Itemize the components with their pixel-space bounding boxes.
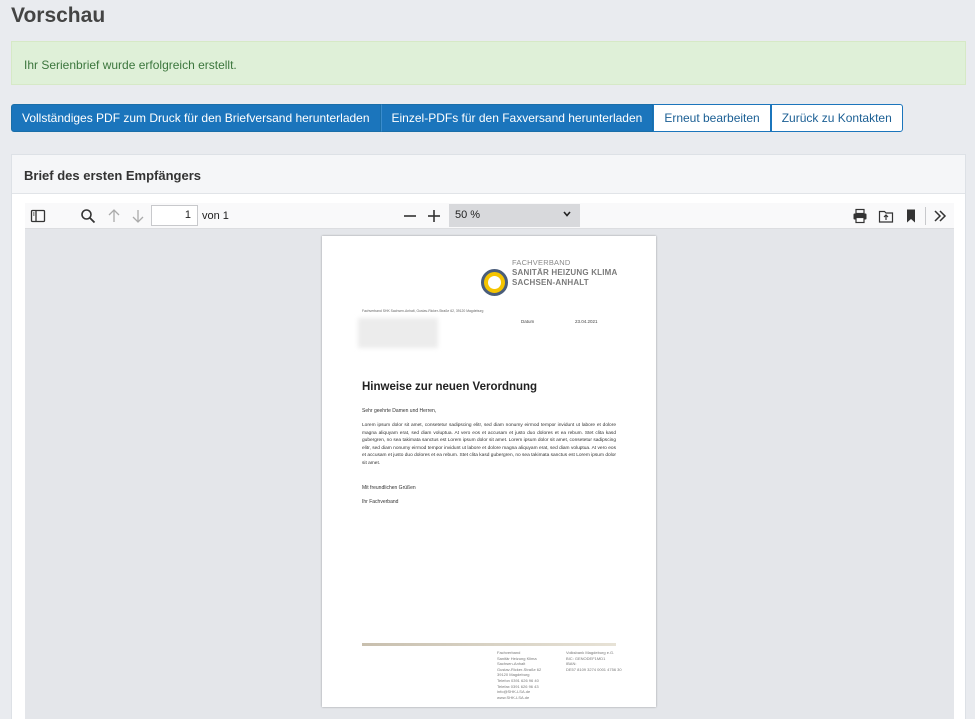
letter-heading: Hinweise zur neuen Verordnung — [362, 381, 538, 393]
page-count-label: von 1 — [202, 210, 229, 222]
minus-icon[interactable] — [402, 208, 418, 224]
download-full-pdf-button[interactable]: Vollständiges PDF zum Druck für den Brie… — [11, 104, 381, 132]
plus-icon[interactable] — [426, 208, 442, 224]
back-to-contacts-button[interactable]: Zurück zu Kontakten — [770, 104, 903, 132]
footer-address: Fachverband Sanitär Heizung Klima Sachse… — [497, 650, 542, 700]
action-button-group: Vollständiges PDF zum Druck für den Brie… — [11, 104, 903, 132]
recipient-address-blurred — [358, 318, 438, 348]
org-name-line3: SACHSEN-ANHALT — [512, 278, 589, 287]
date-value: 23.04.2021 — [575, 319, 598, 324]
pdf-toolbar: 1 von 1 50 % — [25, 203, 954, 229]
pdf-viewer: 1 von 1 50 % FACHVERBAND SANITÄR HEIZUNG… — [25, 203, 954, 719]
double-chevron-right-icon[interactable] — [932, 208, 948, 224]
download-single-pdfs-button[interactable]: Einzel-PDFs für den Faxversand herunterl… — [380, 104, 654, 132]
zoom-select[interactable]: 50 % — [449, 204, 580, 227]
search-icon[interactable] — [80, 208, 96, 224]
letter-preview-panel: Brief des ersten Empfängers 1 von 1 50 %… — [11, 154, 966, 719]
arrow-up-icon[interactable] — [106, 208, 122, 224]
edit-again-button[interactable]: Erneut bearbeiten — [653, 104, 771, 132]
zoom-value: 50 % — [455, 209, 481, 221]
success-alert: Ihr Serienbrief wurde erfolgreich erstel… — [11, 41, 966, 85]
date-label: Datum — [521, 319, 535, 324]
salutation: Sehr geehrte Damen und Herren, — [362, 408, 437, 414]
bookmark-icon[interactable] — [903, 208, 919, 224]
chevron-down-icon — [563, 211, 571, 217]
page-number-input[interactable]: 1 — [151, 205, 198, 226]
page-title: Vorschau — [11, 4, 106, 27]
signature: Ihr Fachverband — [362, 499, 399, 505]
open-file-icon[interactable] — [878, 208, 894, 224]
arrow-down-icon[interactable] — [130, 208, 146, 224]
sidebar-toggle-icon[interactable] — [30, 208, 46, 224]
footer-rule — [362, 643, 616, 646]
sender-line: Fachverband SHK Sachsen-Anhalt, Gustav-R… — [362, 309, 484, 313]
pdf-page: FACHVERBAND SANITÄR HEIZUNG KLIMA SACHSE… — [322, 236, 656, 707]
closing: Mit freundlichen Grüßen — [362, 485, 416, 491]
org-name-line2: SANITÄR HEIZUNG KLIMA — [512, 268, 618, 277]
footer-bank: Volksbank Magdeburg e.G. BIC: GENODEF1MD… — [566, 650, 622, 672]
success-alert-message: Ihr Serienbrief wurde erfolgreich erstel… — [24, 58, 237, 72]
organization-logo — [481, 269, 508, 296]
org-name-line1: FACHVERBAND — [512, 258, 571, 267]
print-icon[interactable] — [852, 208, 868, 224]
letter-body: Lorem ipsum dolor sit amet, consetetur s… — [362, 423, 616, 466]
toolbar-separator — [925, 207, 926, 225]
panel-heading: Brief des ersten Empfängers — [12, 155, 965, 194]
